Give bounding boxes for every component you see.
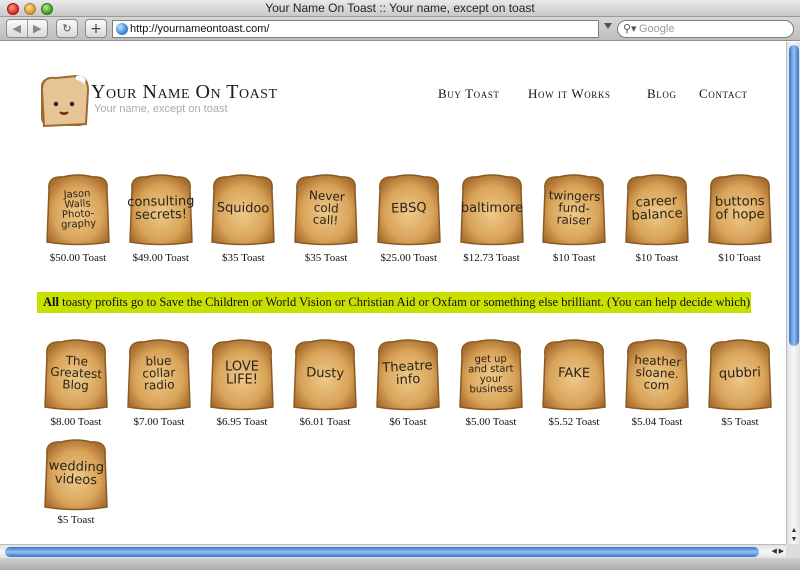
svg-text:FAKE: FAKE [558, 366, 590, 382]
charity-banner: All toasty profits go to Save the Childr… [37, 292, 751, 313]
horizontal-scrollbar[interactable]: ◀ ▶ [0, 544, 786, 558]
toast-price: $25.00 Toast [380, 252, 438, 264]
toast-price: $10 Toast [635, 252, 679, 264]
toast-price: $10 Toast [718, 252, 761, 264]
svg-text:LOVELIFE!: LOVE LIFE! [225, 360, 259, 388]
toast-image[interactable]: weddingvideos [41, 437, 111, 513]
window-title: Your Name On Toast :: Your name, except … [265, 1, 535, 15]
toast-image[interactable]: consultingsecrets! [126, 172, 196, 248]
toast-price: $7.00 Toast [133, 416, 185, 428]
toast-price: $5.00 Toast [465, 416, 517, 428]
toast-image[interactable]: Dusty [290, 337, 360, 413]
toast-logo-icon[interactable] [36, 70, 92, 130]
toast-image[interactable]: twingersfund-raiser [539, 172, 609, 248]
svg-text:bluecollarradio: bluecollarradio [142, 353, 176, 392]
search-input[interactable]: ⚲▾ Google [617, 20, 794, 38]
toast-price: $10 Toast [552, 252, 596, 264]
forward-arrow-icon[interactable]: ▶ [27, 22, 47, 35]
reload-button[interactable]: ↻ [56, 19, 78, 38]
toast-image[interactable]: Theatreinfo [373, 337, 443, 413]
toast-image[interactable]: FAKE [539, 337, 609, 413]
svg-text:Squidoo: Squidoo [217, 201, 270, 217]
toast-image[interactable]: EBSQ [374, 172, 444, 248]
nav-how-it-works[interactable]: How it Works [528, 86, 611, 102]
plus-icon: + [90, 20, 102, 37]
add-bookmark-button[interactable]: + [85, 19, 107, 38]
search-icon: ⚲▾ [623, 23, 637, 35]
vertical-scroll-thumb[interactable] [789, 45, 799, 346]
browser-toolbar: ◀ ▶ ↻ + http://yournameontoast.com/ ⚲▾ G… [0, 17, 800, 41]
toast-image[interactable]: get upand startyourbusiness [456, 337, 526, 413]
zoom-window-button[interactable] [41, 3, 53, 15]
toast-image[interactable]: qubbri [705, 337, 775, 413]
horizontal-scroll-thumb[interactable] [5, 547, 759, 557]
globe-icon [116, 23, 128, 35]
svg-text:careerbalance: careerbalance [630, 193, 683, 224]
close-window-button[interactable] [7, 3, 19, 15]
reload-icon: ↻ [62, 22, 72, 35]
toast-image[interactable]: Squidoo [208, 172, 278, 248]
site-tagline: Your name, except on toast [94, 103, 228, 115]
search-placeholder: Google [639, 23, 675, 35]
svg-text:weddingvideos: weddingvideos [48, 459, 104, 489]
toast-image[interactable]: LOVE LIFE! [207, 337, 277, 413]
toast-price: $50.00 Toast [49, 252, 107, 264]
back-forward-buttons: ◀ ▶ [6, 19, 48, 38]
toast-image[interactable]: careerbalance [622, 172, 692, 248]
toast-price: $5 Toast [721, 416, 759, 428]
svg-text:consultingsecrets!: consultingsecrets! [127, 194, 195, 223]
toast-image[interactable]: Nevercoldcall! [291, 172, 361, 248]
address-bar[interactable]: http://yournameontoast.com/ [112, 20, 599, 38]
toast-price: $8.00 Toast [50, 416, 102, 428]
banner-text: toasty profits go to Save the Children o… [58, 295, 751, 309]
svg-text:baltimore: baltimore [460, 201, 522, 216]
svg-text:buttonsof hope: buttonsof hope [714, 194, 764, 223]
toast-image[interactable]: buttonsof hope [705, 172, 775, 248]
toast-price: $6.95 Toast [216, 416, 268, 428]
vertical-scroll-arrows[interactable]: ▲ ▼ [787, 526, 800, 544]
toast-image[interactable]: baltimore [457, 172, 527, 248]
svg-text:qubbri: qubbri [719, 365, 761, 381]
window-bottom-bar [0, 558, 800, 570]
address-bar-url: http://yournameontoast.com/ [130, 23, 270, 35]
resize-corner[interactable] [786, 544, 800, 558]
toast-image[interactable]: heathersloane.com [622, 337, 692, 413]
toast-image[interactable]: TheGreatestBlog [41, 337, 111, 413]
toast-price: $12.73 Toast [463, 252, 520, 264]
nav-blog[interactable]: Blog [647, 86, 677, 102]
toast-price: $35 Toast [304, 252, 348, 264]
back-arrow-icon[interactable]: ◀ [7, 22, 27, 35]
svg-text:Dusty: Dusty [306, 365, 345, 381]
site-title[interactable]: Your Name On Toast [91, 81, 278, 104]
horizontal-scroll-arrows[interactable]: ◀ ▶ [771, 545, 784, 558]
banner-bold: All [43, 295, 59, 309]
toast-price: $5.04 Toast [631, 416, 683, 428]
nav-buy-toast[interactable]: Buy Toast [438, 86, 500, 102]
window-titlebar: Your Name On Toast :: Your name, except … [0, 0, 800, 17]
minimize-window-button[interactable] [24, 3, 36, 15]
nav-contact[interactable]: Contact [699, 86, 748, 102]
toast-price: $6.01 Toast [299, 416, 351, 428]
toast-price: $49.00 Toast [132, 252, 189, 264]
toast-image[interactable]: JasonWallsPhoto-graphy [43, 172, 113, 248]
toast-price: $5.52 Toast [548, 416, 600, 428]
address-dropdown-icon[interactable] [604, 23, 612, 29]
svg-text:EBSQ: EBSQ [391, 200, 427, 216]
toast-price: $5 Toast [57, 514, 95, 526]
toast-price: $35 Toast [222, 252, 265, 264]
vertical-scrollbar[interactable]: ▲ ▼ [786, 42, 800, 544]
toast-image[interactable]: bluecollarradio [124, 337, 194, 413]
toast-price: $6 Toast [389, 416, 427, 428]
